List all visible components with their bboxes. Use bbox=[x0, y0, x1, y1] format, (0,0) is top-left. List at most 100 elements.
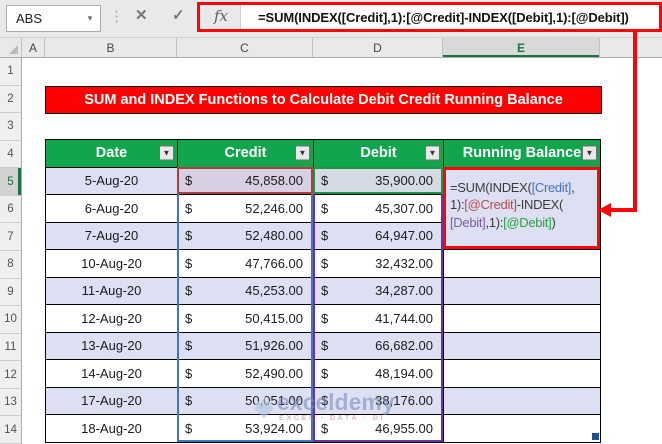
cell-date[interactable]: 14-Aug-20 bbox=[46, 360, 178, 388]
active-formula-cell[interactable]: =SUM(INDEX([Credit], 1):[@Credit]-INDEX([… bbox=[443, 166, 600, 249]
cell-credit[interactable]: $50,415.00 bbox=[178, 305, 314, 333]
table-header-date: Date ▼ bbox=[46, 140, 178, 168]
currency-symbol: $ bbox=[185, 310, 193, 326]
currency-symbol: $ bbox=[185, 200, 193, 216]
row-header-1[interactable]: 1 bbox=[0, 58, 21, 86]
formula-line: [Debit],1):[@Debit]) bbox=[450, 214, 595, 232]
filter-dropdown-icon[interactable]: ▼ bbox=[159, 145, 174, 161]
credit-value: 50,415.00 bbox=[245, 310, 303, 326]
cell-credit[interactable]: $52,490.00 bbox=[178, 360, 314, 388]
insert-function-icon[interactable]: fx bbox=[207, 7, 235, 25]
formula-input[interactable]: =SUM(INDEX([Credit],1):[@Credit]-INDEX([… bbox=[240, 3, 659, 31]
name-box-value: ABS bbox=[16, 11, 43, 26]
cell-running-balance[interactable] bbox=[444, 415, 601, 443]
cell-date[interactable]: 17-Aug-20 bbox=[46, 387, 178, 415]
formula-text: =SUM(INDEX([Credit],1):[@Credit]-INDEX([… bbox=[258, 9, 629, 25]
cell-credit[interactable]: $52,246.00 bbox=[178, 195, 314, 223]
currency-symbol: $ bbox=[321, 255, 329, 271]
currency-symbol: $ bbox=[185, 255, 193, 271]
cell-date[interactable]: 5-Aug-20 bbox=[46, 167, 178, 195]
name-box[interactable]: ABS ▾ bbox=[6, 5, 101, 32]
cell-debit[interactable]: $34,287.00 bbox=[314, 277, 444, 305]
cell-debit[interactable]: $32,432.00 bbox=[314, 250, 444, 278]
table-header-label: Debit bbox=[360, 145, 397, 162]
cell-credit[interactable]: $47,766.00 bbox=[178, 250, 314, 278]
currency-symbol: $ bbox=[321, 228, 329, 244]
cell-debit[interactable]: $35,900.00 bbox=[314, 167, 444, 195]
cell-debit[interactable]: $41,744.00 bbox=[314, 305, 444, 333]
red-arrow-line-vertical bbox=[633, 31, 637, 211]
cell-debit[interactable]: $64,947.00 bbox=[314, 222, 444, 250]
select-all-corner[interactable] bbox=[0, 38, 22, 57]
filter-dropdown-icon[interactable]: ▼ bbox=[295, 145, 310, 161]
column-header-c[interactable]: C bbox=[177, 38, 313, 57]
cell-running-balance[interactable] bbox=[444, 332, 601, 360]
row-header-2[interactable]: 2 bbox=[0, 86, 21, 114]
cell-running-balance[interactable] bbox=[444, 250, 601, 278]
formula-segment-red: [@Credit] bbox=[464, 197, 517, 212]
row-header-10[interactable]: 10 bbox=[0, 306, 21, 334]
cell-credit[interactable]: $53,924.00 bbox=[178, 415, 314, 443]
column-header-e[interactable]: E bbox=[443, 38, 600, 57]
currency-symbol: $ bbox=[321, 365, 329, 381]
chevron-down-icon[interactable]: ▾ bbox=[80, 13, 100, 24]
cell-debit[interactable]: $38,176.00 bbox=[314, 387, 444, 415]
cancel-icon[interactable]: ✕ bbox=[135, 6, 148, 24]
row-header-13[interactable]: 13 bbox=[0, 389, 21, 417]
cell-debit[interactable]: $46,955.00 bbox=[314, 415, 444, 443]
column-header-b[interactable]: B bbox=[45, 38, 177, 57]
cell-running-balance[interactable] bbox=[444, 387, 601, 415]
row-header-7[interactable]: 7 bbox=[0, 223, 21, 251]
debit-value: 46,955.00 bbox=[375, 420, 433, 436]
currency-symbol: $ bbox=[321, 393, 329, 409]
cell-running-balance[interactable] bbox=[444, 277, 601, 305]
row-header-14[interactable]: 14 bbox=[0, 416, 21, 444]
cell-credit[interactable]: $51,926.00 bbox=[178, 332, 314, 360]
table-resize-handle[interactable] bbox=[592, 433, 599, 440]
credit-value: 50,051.00 bbox=[245, 393, 303, 409]
formula-segment-green: [@Debit] bbox=[503, 214, 552, 230]
debit-value: 35,900.00 bbox=[375, 173, 433, 189]
cell-date[interactable]: 7-Aug-20 bbox=[46, 222, 178, 250]
filter-dropdown-icon[interactable]: ▼ bbox=[425, 145, 440, 161]
row-header-12[interactable]: 12 bbox=[0, 361, 21, 389]
row-header-11[interactable]: 11 bbox=[0, 334, 21, 362]
cell-credit[interactable]: $45,253.00 bbox=[178, 277, 314, 305]
cell-debit[interactable]: $45,307.00 bbox=[314, 195, 444, 223]
row-header-6[interactable]: 6 bbox=[0, 196, 21, 224]
credit-value: 47,766.00 bbox=[245, 255, 303, 271]
excel-window: ABS ▾ ⋮ ✕ ✓ fx =SUM(INDEX([Credit],1):[@… bbox=[0, 0, 662, 444]
row-header-9[interactable]: 9 bbox=[0, 279, 21, 307]
formula-segment-black: ) bbox=[551, 214, 556, 230]
row-header-5[interactable]: 5 bbox=[0, 168, 21, 196]
row-header-8[interactable]: 8 bbox=[0, 251, 21, 279]
column-header-d[interactable]: D bbox=[313, 38, 443, 57]
row-header-4[interactable]: 4 bbox=[0, 141, 21, 169]
credit-value: 52,490.00 bbox=[245, 365, 303, 381]
cell-date[interactable]: 13-Aug-20 bbox=[46, 332, 178, 360]
cell-credit[interactable]: $45,858.00 bbox=[178, 167, 314, 195]
credit-value: 45,858.00 bbox=[245, 173, 303, 189]
table-header-debit: Debit ▼ bbox=[314, 140, 444, 168]
filter-dropdown-icon[interactable]: ▼ bbox=[582, 145, 597, 161]
cell-date[interactable]: 10-Aug-20 bbox=[46, 250, 178, 278]
formula-segment-black: ,1): bbox=[485, 214, 504, 230]
cell-date[interactable]: 12-Aug-20 bbox=[46, 305, 178, 333]
currency-symbol: $ bbox=[321, 283, 329, 299]
cell-debit[interactable]: $66,682.00 bbox=[314, 332, 444, 360]
title-banner: SUM and INDEX Functions to Calculate Deb… bbox=[45, 86, 602, 114]
column-header-a[interactable]: A bbox=[22, 38, 45, 57]
cell-running-balance[interactable] bbox=[444, 305, 601, 333]
cell-date[interactable]: 18-Aug-20 bbox=[46, 415, 178, 443]
currency-symbol: $ bbox=[185, 228, 193, 244]
cell-running-balance[interactable] bbox=[444, 360, 601, 388]
credit-value: 51,926.00 bbox=[245, 338, 303, 354]
cell-credit[interactable]: $52,480.00 bbox=[178, 222, 314, 250]
credit-value: 53,924.00 bbox=[245, 420, 303, 436]
cell-date[interactable]: 6-Aug-20 bbox=[46, 195, 178, 223]
row-header-3[interactable]: 3 bbox=[0, 113, 21, 141]
cell-credit[interactable]: $50,051.00 bbox=[178, 387, 314, 415]
cell-debit[interactable]: $48,194.00 bbox=[314, 360, 444, 388]
cell-date[interactable]: 11-Aug-20 bbox=[46, 277, 178, 305]
enter-icon[interactable]: ✓ bbox=[172, 6, 185, 24]
